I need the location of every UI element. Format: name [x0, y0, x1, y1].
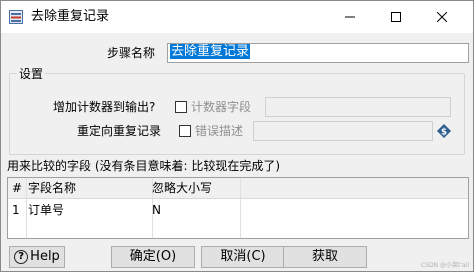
- error-description-input[interactable]: [253, 121, 433, 141]
- app-icon: [9, 10, 23, 24]
- help-button-label: Help: [30, 249, 60, 264]
- close-icon: [437, 12, 447, 22]
- question-mark-icon: ?: [14, 250, 29, 264]
- field-name-cell[interactable]: 订单号: [28, 201, 64, 219]
- redirect-duplicates-checkbox[interactable]: [179, 125, 191, 137]
- step-name-value: 去除重复记录: [170, 44, 251, 59]
- add-counter-label: 增加计数器到输出?: [53, 100, 156, 114]
- column-separator: [26, 178, 27, 238]
- header-row-number[interactable]: #: [12, 179, 22, 197]
- counter-field-input[interactable]: [265, 97, 451, 117]
- fields-table[interactable]: # 字段名称 忽略大小写 1 订单号 N: [7, 177, 469, 239]
- header-field-name[interactable]: 字段名称: [28, 179, 76, 197]
- get-fields-button[interactable]: 获取: [283, 246, 367, 268]
- title-bar[interactable]: 去除重复记录: [1, 1, 473, 33]
- variable-dollar-icon[interactable]: $: [437, 124, 451, 138]
- counter-field-label: 计数器字段: [191, 100, 252, 114]
- cancel-button[interactable]: 取消(C): [201, 246, 285, 268]
- help-button[interactable]: ? Help: [9, 246, 65, 268]
- watermark-text: CSDN @小菜t'ail: [420, 262, 469, 269]
- column-separator: [240, 178, 241, 238]
- add-counter-checkbox[interactable]: [175, 101, 187, 113]
- fields-table-caption: 用来比较的字段 (没有条目意味着: 比较现在完成了): [7, 159, 281, 173]
- step-name-label: 步骤名称: [107, 46, 156, 60]
- row-number-cell[interactable]: 1: [12, 201, 20, 219]
- error-description-label: 错误描述: [195, 124, 244, 138]
- svg-text:$: $: [441, 128, 447, 138]
- dialog-window: 去除重复记录 步骤名称 去除重复记录 设置 增加计数器到输出? 计数器字段 重定…: [0, 0, 474, 272]
- minimize-icon: [345, 16, 355, 18]
- close-button[interactable]: [419, 1, 465, 33]
- window-title: 去除重复记录: [31, 9, 110, 24]
- redirect-duplicates-label: 重定向重复记录: [77, 124, 162, 138]
- settings-group-title: 设置: [17, 66, 46, 82]
- table-header-row: [8, 178, 468, 199]
- ignore-case-cell[interactable]: N: [152, 201, 161, 219]
- ok-button[interactable]: 确定(O): [111, 246, 195, 268]
- step-name-input[interactable]: 去除重复记录: [167, 43, 469, 63]
- header-ignore-case[interactable]: 忽略大小写: [152, 179, 212, 197]
- minimize-button[interactable]: [327, 1, 373, 33]
- maximize-button[interactable]: [373, 1, 419, 33]
- maximize-icon: [391, 12, 401, 22]
